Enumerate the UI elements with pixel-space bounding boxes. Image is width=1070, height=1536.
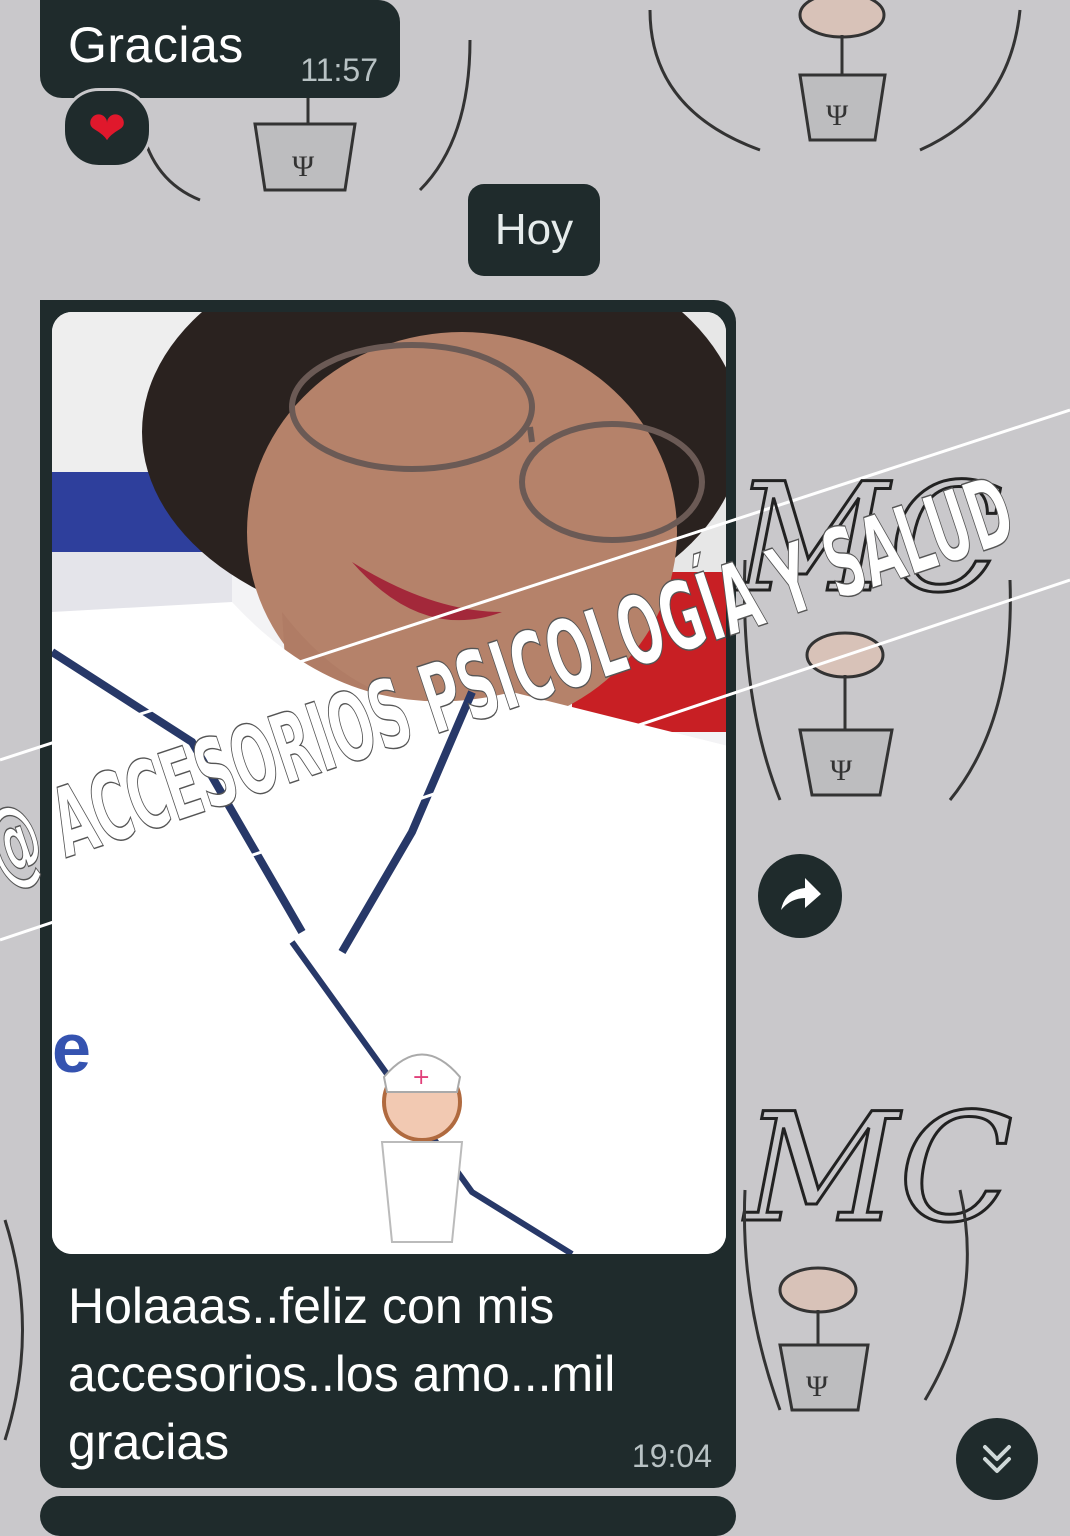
message-caption: Holaaas..feliz con mis accesorios..los a… (68, 1278, 616, 1470)
wallpaper-arc (3, 1219, 24, 1441)
scroll-to-bottom-button[interactable] (956, 1418, 1038, 1500)
message-bubble-incoming[interactable]: Gracias 11:57 (40, 0, 400, 98)
message-photo[interactable]: e + (52, 312, 726, 1254)
svg-text:Ψ: Ψ (806, 1370, 829, 1403)
message-text: Gracias (68, 17, 244, 73)
photo-image: e + (52, 312, 726, 1254)
svg-text:Ψ: Ψ (826, 99, 849, 132)
double-chevron-down-icon (983, 1445, 1011, 1473)
message-timestamp: 11:57 (300, 52, 378, 88)
date-separator: Hoy (468, 184, 600, 276)
svg-text:Ψ: Ψ (292, 150, 315, 183)
message-timestamp: 19:04 (631, 1438, 712, 1474)
date-separator-label: Hoy (494, 205, 574, 254)
svg-text:e: e (52, 1009, 91, 1087)
svg-text:Ψ: Ψ (830, 754, 853, 787)
svg-text:+: + (412, 1065, 430, 1090)
next-message-bubble-partial[interactable] (40, 1496, 736, 1536)
heart-reaction-icon[interactable]: ❤ (62, 88, 152, 168)
wallpaper-brain-pot-icon: Ψ (742, 559, 1012, 801)
forward-button[interactable] (758, 854, 842, 938)
wallpaper-brain-pot-icon: Ψ (648, 0, 1022, 152)
forward-arrow-icon (781, 878, 821, 910)
photo-message-bubble[interactable]: e + Holaaas..feliz con mis accesorios..l… (40, 300, 736, 1488)
reaction-emoji: ❤ (87, 102, 127, 154)
wallpaper-logo-text: MC (742, 1082, 1013, 1256)
